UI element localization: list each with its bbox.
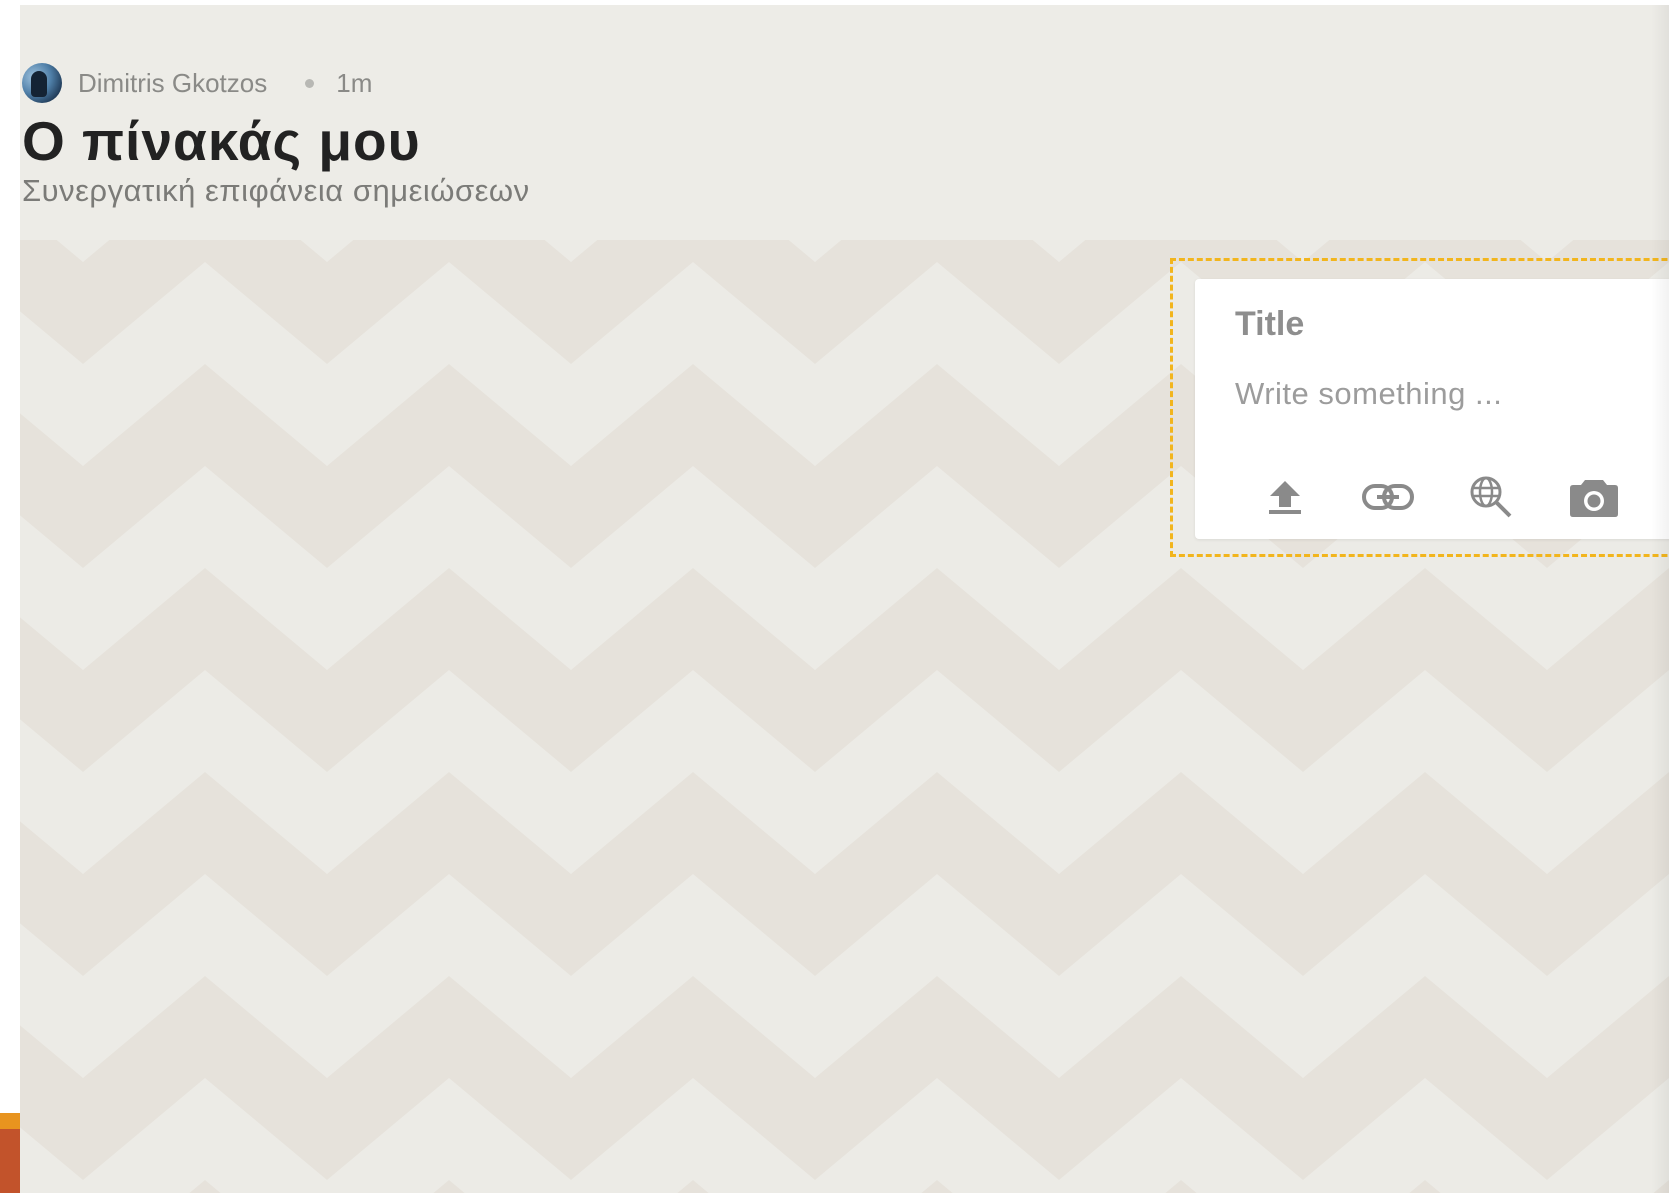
- upload-icon: [1269, 481, 1301, 514]
- post-composer-card: [1195, 279, 1669, 539]
- separator-dot: [305, 78, 315, 88]
- scroll-edge: [1651, 5, 1669, 1193]
- link-icon: [1362, 484, 1414, 510]
- avatar[interactable]: [22, 63, 62, 103]
- camera-button[interactable]: [1566, 469, 1622, 525]
- attachment-toolbar: [1257, 469, 1669, 525]
- author-row: Dimitris Gkotzos 1m: [22, 63, 372, 103]
- padlet-board: Dimitris Gkotzos 1m Ο πίνακάς μου Συνεργ…: [20, 5, 1669, 1193]
- upload-button[interactable]: [1257, 469, 1313, 525]
- board-title: Ο πίνακάς μου: [22, 110, 421, 172]
- camera-icon: [1570, 480, 1618, 517]
- post-title-input[interactable]: [1235, 299, 1669, 349]
- web-search-icon: [1470, 476, 1512, 518]
- board-subtitle: Συνεργατική επιφάνεια σημειώσεων: [22, 173, 530, 208]
- post-body-input[interactable]: [1235, 369, 1669, 419]
- web-search-button[interactable]: [1463, 469, 1519, 525]
- link-button[interactable]: [1360, 469, 1416, 525]
- board-header: Dimitris Gkotzos 1m Ο πίνακάς μου Συνεργ…: [20, 5, 1669, 240]
- slide-fragment: [0, 1113, 20, 1193]
- time-ago: 1m: [336, 67, 373, 98]
- author-name: Dimitris Gkotzos: [78, 67, 268, 98]
